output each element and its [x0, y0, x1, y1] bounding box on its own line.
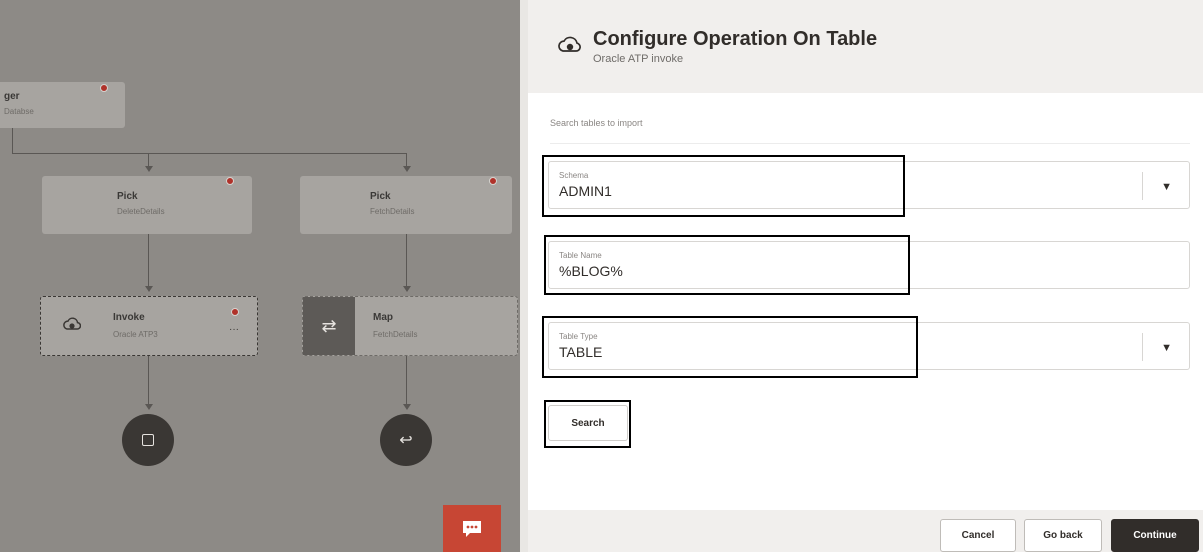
invoke-error-icon	[231, 308, 239, 316]
map-node-subtitle: FetchDetails	[373, 330, 418, 339]
section-divider	[550, 143, 1190, 144]
cloud-icon	[63, 317, 82, 338]
continue-button[interactable]: Continue	[1111, 519, 1199, 552]
invoke-node[interactable]: Invoke Oracle ATP3 ···	[40, 296, 258, 356]
pick-node-subtitle: FetchDetails	[370, 207, 415, 216]
connector-line	[406, 153, 407, 167]
panel-header: Configure Operation On Table Oracle ATP …	[528, 0, 1203, 93]
table-name-highlight-box	[544, 235, 910, 295]
panel-subtitle: Oracle ATP invoke	[593, 53, 684, 65]
search-highlight-box	[544, 400, 631, 448]
integration-canvas[interactable]: ger Databse Pick DeleteDetails Pick Fetc…	[0, 0, 520, 552]
connector-line	[148, 234, 149, 286]
connector-line	[148, 356, 149, 406]
stop-icon	[142, 434, 154, 446]
dropdown-separator	[1142, 333, 1143, 361]
stop-node[interactable]	[122, 414, 174, 466]
table-type-highlight-box	[542, 316, 918, 378]
connector-arrow	[145, 286, 153, 292]
go-back-button[interactable]: Go back	[1024, 519, 1102, 552]
map-node[interactable]: ⇄ Map FetchDetails	[302, 296, 518, 356]
trigger-node-subtitle: Databse	[4, 107, 34, 116]
search-tables-label: Search tables to import	[550, 118, 643, 128]
chevron-down-icon[interactable]: ▼	[1161, 342, 1172, 354]
pick-node-delete[interactable]: Pick DeleteDetails	[42, 176, 252, 234]
return-icon: ↩	[399, 432, 413, 449]
pick-node-title: Pick	[117, 191, 138, 202]
connector-line	[12, 153, 407, 154]
chat-button[interactable]	[443, 505, 501, 552]
connector-line	[148, 153, 149, 167]
connector-arrow	[403, 404, 411, 410]
panel-title: Configure Operation On Table	[593, 28, 878, 50]
more-options-icon[interactable]: ···	[229, 324, 239, 335]
pick-delete-error-icon	[226, 177, 234, 185]
map-node-title: Map	[373, 312, 393, 323]
invoke-node-title: Invoke	[113, 312, 145, 323]
connector-line	[406, 356, 407, 406]
pick-node-fetch[interactable]: Pick FetchDetails	[300, 176, 512, 234]
dropdown-separator	[1142, 172, 1143, 200]
connector-line	[12, 128, 13, 154]
connector-arrow	[145, 166, 153, 172]
connector-arrow	[403, 286, 411, 292]
panel-divider[interactable]	[520, 0, 528, 552]
trigger-node-title: ger	[4, 91, 20, 102]
pick-node-title: Pick	[370, 191, 391, 202]
pick-node-subtitle: DeleteDetails	[117, 207, 165, 216]
connector-arrow	[145, 404, 153, 410]
configure-operation-panel: Configure Operation On Table Oracle ATP …	[528, 0, 1203, 552]
trigger-error-icon	[100, 84, 108, 92]
chevron-down-icon[interactable]: ▼	[1161, 181, 1172, 193]
pick-fetch-error-icon	[489, 177, 497, 185]
chat-icon	[463, 520, 481, 537]
oracle-atp-icon	[558, 35, 582, 62]
map-icon-box: ⇄	[303, 297, 355, 355]
schema-highlight-box	[542, 155, 905, 217]
connector-line	[406, 234, 407, 286]
connector-arrow	[403, 166, 411, 172]
return-node[interactable]: ↩	[380, 414, 432, 466]
invoke-node-subtitle: Oracle ATP3	[113, 330, 158, 339]
cancel-button[interactable]: Cancel	[940, 519, 1016, 552]
